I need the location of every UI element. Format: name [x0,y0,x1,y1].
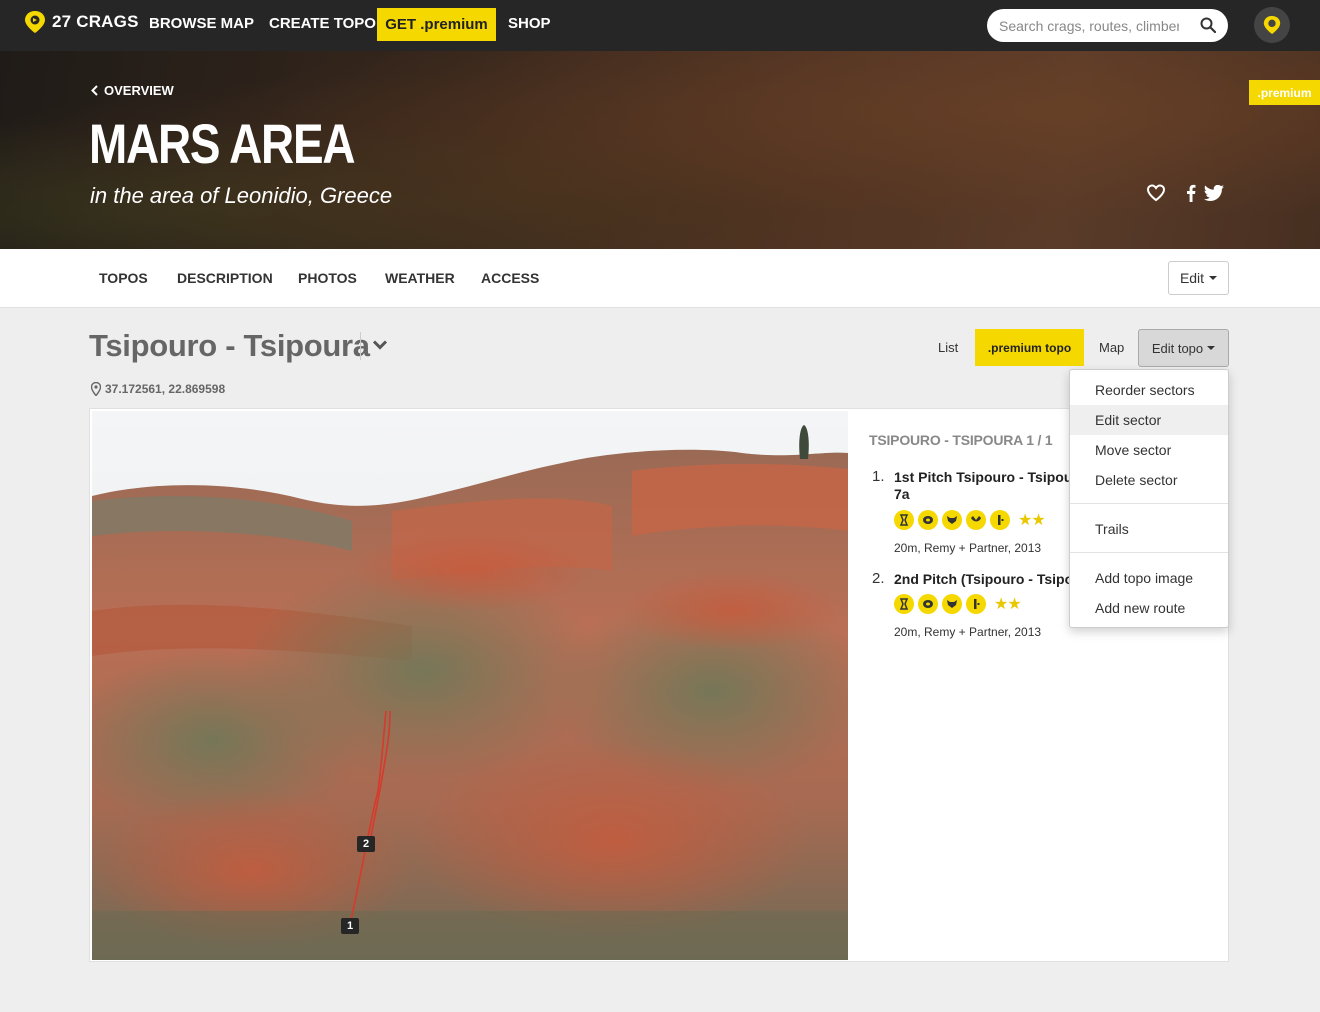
chevron-down-icon[interactable] [372,339,388,351]
hero-banner: OVERVIEW MARS AREA in the area of Leonid… [0,51,1320,249]
caret-down-icon [1207,346,1216,350]
map-marker-icon [91,382,101,396]
menu-item-edit-sector[interactable]: Edit sector [1070,405,1228,435]
route-stars: ★★ [994,596,1022,613]
menu-divider [1070,503,1228,504]
sector-title-divider [360,332,361,360]
view-list-button[interactable]: List [938,340,958,355]
route-number: 1. [872,468,885,485]
nav-browse-map[interactable]: BROWSE MAP [149,15,254,32]
overview-back-link[interactable]: OVERVIEW [91,83,174,98]
search-icon[interactable] [1200,17,1216,33]
tab-description[interactable]: DESCRIPTION [177,270,273,286]
search-box [987,9,1228,42]
premium-badge[interactable]: .premium [1249,80,1320,105]
area-subnav: TOPOS DESCRIPTION PHOTOS WEATHER ACCESS … [0,249,1320,308]
sector-title: Tsipouro - Tsipoura [89,328,370,363]
bolt-icon [966,594,986,614]
route-marker[interactable]: 1 [341,918,359,934]
edit-topo-button[interactable]: Edit topo [1138,329,1229,367]
logo-pin-icon [25,11,45,33]
premium-topo-button[interactable]: .premium topo [975,329,1084,366]
area-title: MARS AREA [89,112,356,175]
menu-item-move-sector[interactable]: Move sector [1070,435,1228,465]
tab-access[interactable]: ACCESS [481,270,539,286]
twitter-icon[interactable] [1204,185,1224,201]
caret-down-icon [1209,276,1218,280]
bolt-icon [990,510,1010,530]
tab-topos[interactable]: TOPOS [99,270,148,286]
area-subtitle: in the area of Leonidio, Greece [90,183,393,208]
menu-item-add-new-route[interactable]: Add new route [1070,593,1228,623]
facebook-icon[interactable] [1186,184,1196,202]
edit-dropdown-button[interactable]: Edit [1168,261,1229,295]
brand-logo[interactable]: 27 CRAGS [24,10,139,34]
crack-icon [894,594,914,614]
edit-label: Edit [1179,270,1205,286]
route-meta: 20m, Remy + Partner, 2013 [894,625,1042,639]
edit-topo-label: Edit topo [1151,340,1204,356]
hold-icon [918,594,938,614]
route-stars: ★★ [1018,512,1046,529]
search-input[interactable] [999,17,1179,34]
routes-heading: TSIPOURO - TSIPOURA 1 / 1 [869,432,1053,448]
nav-create-topo[interactable]: CREATE TOPO [269,15,376,32]
topo-photo [92,411,848,960]
user-avatar[interactable] [1254,7,1290,43]
menu-item-delete-sector[interactable]: Delete sector [1070,465,1228,495]
route-name[interactable]: 2nd Pitch (Tsipouro - Tsipoura [894,570,1074,588]
cat-icon [942,510,962,530]
nav-get-premium-button[interactable]: GET .premium [377,8,496,41]
menu-item-trails[interactable]: Trails [1070,514,1228,544]
topo-panel: 2 1 [89,408,1229,962]
tab-photos[interactable]: PHOTOS [298,270,357,286]
route-grade: 7a [894,486,910,502]
hero-actions [1146,184,1224,202]
route-number: 2. [872,570,885,587]
menu-item-reorder-sectors[interactable]: Reorder sectors [1070,375,1228,405]
hold-icon [918,510,938,530]
route-meta: 20m, Remy + Partner, 2013 [894,541,1042,555]
heart-icon[interactable] [1146,184,1166,202]
tab-weather[interactable]: WEATHER [385,270,455,286]
user-pin-icon [1263,16,1281,34]
top-navigation: 27 CRAGS BROWSE MAP CREATE TOPO GET .pre… [0,0,1320,51]
get-premium-prefix: GET [385,16,417,33]
route-attributes: ★★ [894,594,1022,614]
menu-divider [1070,552,1228,553]
coordinates-text: 37.172561, 22.869598 [105,382,226,396]
nav-shop[interactable]: SHOP [508,15,551,32]
get-premium-label: .premium [420,16,488,33]
cat-icon [942,594,962,614]
route-marker[interactable]: 2 [357,836,375,852]
brand-name: 27 CRAGS [52,12,139,31]
route-name[interactable]: 1st Pitch Tsipouro - Tsipoura [894,468,1074,486]
edit-topo-menu: Reorder sectors Edit sector Move sector … [1069,369,1229,628]
hand-icon [966,510,986,530]
menu-item-add-topo-image[interactable]: Add topo image [1070,563,1228,593]
sector-coordinates: 37.172561, 22.869598 [91,382,225,396]
share-buttons [1186,184,1224,202]
topo-image[interactable]: 2 1 [92,411,848,960]
route-attributes: ★★ [894,510,1046,530]
chevron-left-icon [91,85,98,96]
overview-label: OVERVIEW [104,83,174,98]
crack-icon [894,510,914,530]
view-map-button[interactable]: Map [1099,340,1124,355]
